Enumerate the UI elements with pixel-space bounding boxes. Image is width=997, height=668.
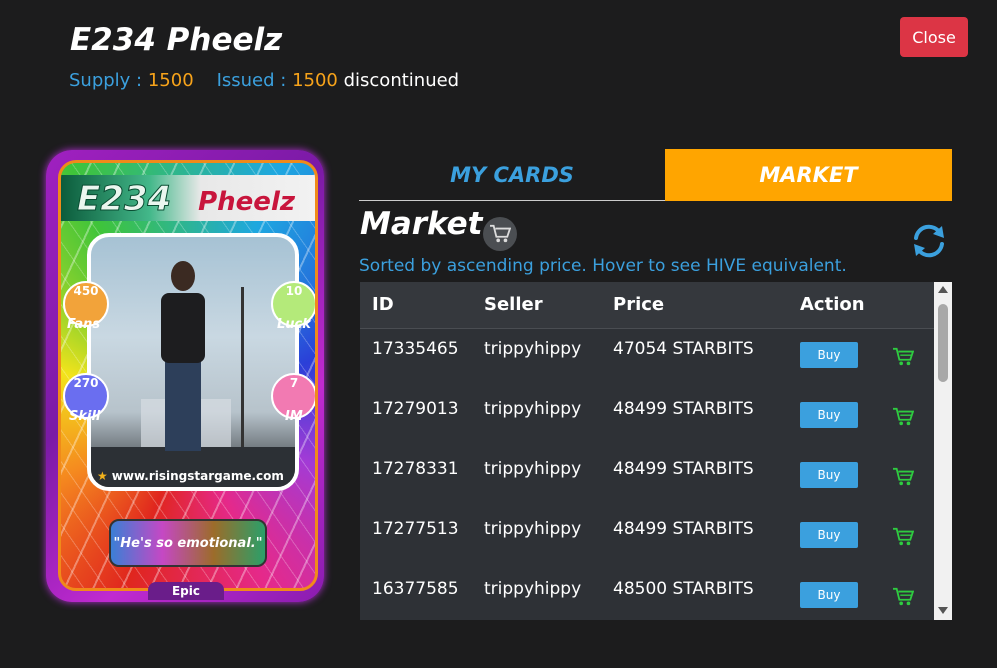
row-seller: trippyhippy — [484, 519, 582, 539]
row-seller: trippyhippy — [484, 339, 582, 359]
table-row: 17278331 trippyhippy 48499 STARBITS Buy — [360, 449, 934, 510]
add-to-cart-icon[interactable] — [892, 527, 914, 547]
tab-my-cards[interactable]: MY CARDS — [359, 149, 665, 201]
market-table: ID Seller Price Action 17335465 trippyhi… — [360, 282, 952, 620]
buy-button[interactable]: Buy — [800, 582, 858, 608]
card-rarity: Epic — [148, 582, 224, 600]
card-id: E234 — [76, 179, 172, 220]
col-price: Price — [613, 294, 665, 315]
row-price: 48499 STARBITS — [613, 519, 754, 539]
row-id: 16377585 — [372, 579, 459, 599]
tab-market[interactable]: MARKET — [665, 149, 952, 201]
card-website: ★ www.risingstargame.com — [97, 469, 297, 483]
scroll-down-arrow-icon[interactable] — [938, 607, 948, 614]
table-row: 17279013 trippyhippy 48499 STARBITS Buy — [360, 389, 934, 450]
buy-button[interactable]: Buy — [800, 342, 858, 368]
stat-im-label: IM — [285, 409, 303, 424]
buy-button[interactable]: Buy — [800, 402, 858, 428]
buy-button[interactable]: Buy — [800, 462, 858, 488]
performer-legs — [165, 361, 201, 451]
market-heading: Market — [360, 206, 483, 242]
close-button[interactable]: Close — [900, 17, 968, 57]
add-to-cart-icon[interactable] — [892, 407, 914, 427]
row-seller: trippyhippy — [484, 579, 582, 599]
star-icon: ★ — [97, 469, 108, 483]
col-action: Action — [800, 294, 865, 315]
issued-value: 1500 — [292, 70, 338, 91]
refresh-icon[interactable] — [908, 220, 950, 262]
performer-body — [161, 293, 205, 363]
scroll-thumb[interactable] — [938, 304, 948, 382]
row-price: 47054 STARBITS — [613, 339, 754, 359]
supply-info: Supply : 1500 Issued : 1500 discontinued — [69, 70, 459, 91]
sort-note: Sorted by ascending price. Hover to see … — [359, 256, 847, 276]
buy-button[interactable]: Buy — [800, 522, 858, 548]
add-to-cart-icon[interactable] — [892, 347, 914, 367]
card-photo — [87, 233, 299, 491]
stat-fans-value: 450 — [73, 284, 99, 298]
table-header: ID Seller Price Action — [360, 282, 934, 329]
row-id: 17277513 — [372, 519, 459, 539]
stat-im-value: 7 — [289, 376, 299, 390]
scroll-up-arrow-icon[interactable] — [938, 286, 948, 293]
card-quote: "He's so emotional." — [109, 519, 267, 567]
card-website-text: www.risingstargame.com — [111, 469, 284, 483]
supply-value: 1500 — [147, 70, 194, 91]
performer-head — [171, 261, 195, 291]
row-id: 17278331 — [372, 459, 459, 479]
stat-luck-label: Luck — [277, 317, 311, 332]
tab-bar: MY CARDS MARKET — [359, 149, 952, 201]
table-row: 16377585 trippyhippy 48500 STARBITS Buy — [360, 569, 934, 620]
cart-icon — [483, 217, 517, 251]
table-row: 17335465 trippyhippy 47054 STARBITS Buy — [360, 329, 934, 390]
row-id: 17279013 — [372, 399, 459, 419]
supply-label: Supply : — [69, 70, 143, 91]
add-to-cart-icon[interactable] — [892, 587, 914, 607]
stat-skill-value: 270 — [73, 376, 99, 390]
page-title: E234 Pheelz — [70, 22, 283, 58]
row-price: 48499 STARBITS — [613, 459, 754, 479]
col-id: ID — [372, 294, 394, 315]
table-row: 17277513 trippyhippy 48499 STARBITS Buy — [360, 509, 934, 570]
stat-fans-label: Fans — [67, 317, 101, 332]
stat-luck-value: 10 — [285, 284, 303, 298]
row-id: 17335465 — [372, 339, 459, 359]
card-face: E234 Pheelz 450 Fans 10 Luck 270 Skill 7… — [58, 160, 318, 591]
row-seller: trippyhippy — [484, 459, 582, 479]
row-seller: trippyhippy — [484, 399, 582, 419]
status-text: discontinued — [343, 70, 460, 91]
row-price: 48500 STARBITS — [613, 579, 754, 599]
add-to-cart-icon[interactable] — [892, 467, 914, 487]
card-image: E234 Pheelz 450 Fans 10 Luck 270 Skill 7… — [46, 150, 324, 602]
row-price: 48499 STARBITS — [613, 399, 754, 419]
table-scrollbar[interactable] — [934, 282, 952, 620]
card-name: Pheelz — [198, 187, 295, 217]
stat-skill-label: Skill — [69, 409, 101, 424]
mic-stand — [241, 287, 244, 447]
issued-label: Issued : — [216, 70, 287, 91]
col-seller: Seller — [484, 294, 543, 315]
